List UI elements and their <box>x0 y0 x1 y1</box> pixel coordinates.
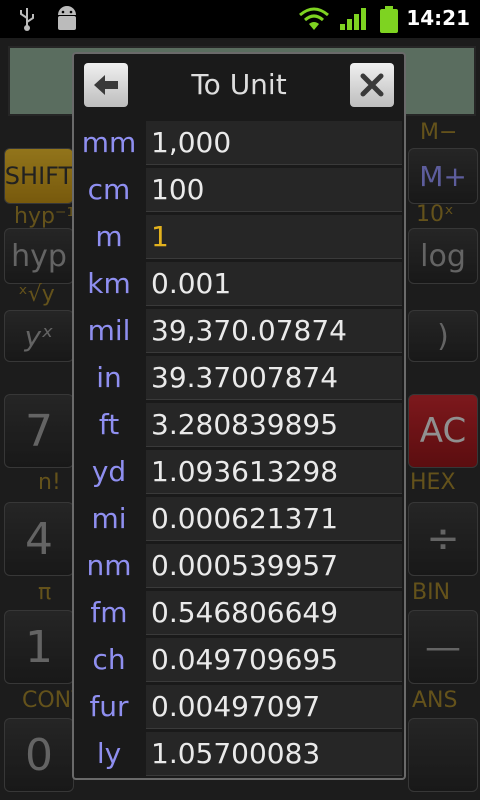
wifi-icon <box>299 7 329 30</box>
unit-value[interactable]: 39,370.07874 <box>146 309 402 353</box>
unit-label: ft <box>98 408 120 441</box>
unit-value-selected[interactable]: 1 <box>146 215 402 259</box>
clock: 14:21 <box>406 6 470 30</box>
back-button[interactable] <box>84 63 128 107</box>
unit-value-text: 1.05700083 <box>151 737 321 770</box>
unit-row-nm[interactable]: nm 0.000539957 <box>74 543 404 590</box>
unit-value[interactable]: 100 <box>146 168 402 212</box>
unit-value[interactable]: 1,000 <box>146 121 402 165</box>
unit-value[interactable]: 3.280839895 <box>146 403 402 447</box>
unit-value[interactable]: 1.05700083 <box>146 732 402 776</box>
unit-value[interactable]: 1.093613298 <box>146 450 402 494</box>
unit-label: in <box>96 361 122 394</box>
dialog-title: To Unit <box>191 68 287 101</box>
unit-value[interactable]: 0.049709695 <box>146 638 402 682</box>
back-arrow-icon <box>94 75 118 95</box>
unit-value[interactable]: 39.37007874 <box>146 356 402 400</box>
unit-label: yd <box>91 455 127 488</box>
unit-label: fur <box>89 690 129 723</box>
text-fade <box>342 732 402 775</box>
unit-row-ly[interactable]: ly 1.05700083 <box>74 731 404 778</box>
unit-row-cm[interactable]: cm 100 <box>74 167 404 214</box>
unit-value[interactable]: 0.000539957 <box>146 544 402 588</box>
unit-list: mm 1,000 cm 100 m 1 km 0.001 mil 39,370.… <box>74 120 404 778</box>
to-unit-dialog: To Unit mm 1,000 cm 100 m 1 km 0.001 mil… <box>72 52 406 780</box>
unit-label: cm <box>87 173 131 206</box>
unit-value[interactable]: 0.000621371 <box>146 497 402 541</box>
unit-label: nm <box>86 549 132 582</box>
unit-value[interactable]: 0.001 <box>146 262 402 306</box>
unit-row-ch[interactable]: ch 0.049709695 <box>74 637 404 684</box>
battery-icon <box>380 6 398 33</box>
unit-value[interactable]: 0.546806649 <box>146 591 402 635</box>
unit-row-mm[interactable]: mm 1,000 <box>74 120 404 167</box>
unit-label: mil <box>87 314 131 347</box>
unit-label: km <box>87 267 131 300</box>
unit-label: ch <box>92 643 126 676</box>
unit-row-fur[interactable]: fur 0.00497097 <box>74 684 404 731</box>
unit-row-m[interactable]: m 1 <box>74 214 404 261</box>
unit-row-ft[interactable]: ft 3.280839895 <box>74 402 404 449</box>
close-button[interactable] <box>350 63 394 107</box>
unit-label: fm <box>90 596 128 629</box>
unit-row-in[interactable]: in 39.37007874 <box>74 355 404 402</box>
signal-icon <box>340 8 366 30</box>
unit-label: ly <box>96 737 122 770</box>
unit-label: m <box>95 220 123 253</box>
unit-row-fm[interactable]: fm 0.546806649 <box>74 590 404 637</box>
unit-label: mi <box>91 502 127 535</box>
unit-row-mi[interactable]: mi 0.000621371 <box>74 496 404 543</box>
unit-row-mil[interactable]: mil 39,370.07874 <box>74 308 404 355</box>
android-debug-icon <box>58 6 76 30</box>
unit-label: mm <box>81 126 137 159</box>
status-bar: 14:21 <box>0 0 480 38</box>
usb-icon <box>20 8 34 31</box>
close-icon <box>360 73 384 97</box>
dialog-header: To Unit <box>74 54 404 118</box>
unit-row-km[interactable]: km 0.001 <box>74 261 404 308</box>
unit-value[interactable]: 0.00497097 <box>146 685 402 729</box>
unit-row-yd[interactable]: yd 1.093613298 <box>74 449 404 496</box>
